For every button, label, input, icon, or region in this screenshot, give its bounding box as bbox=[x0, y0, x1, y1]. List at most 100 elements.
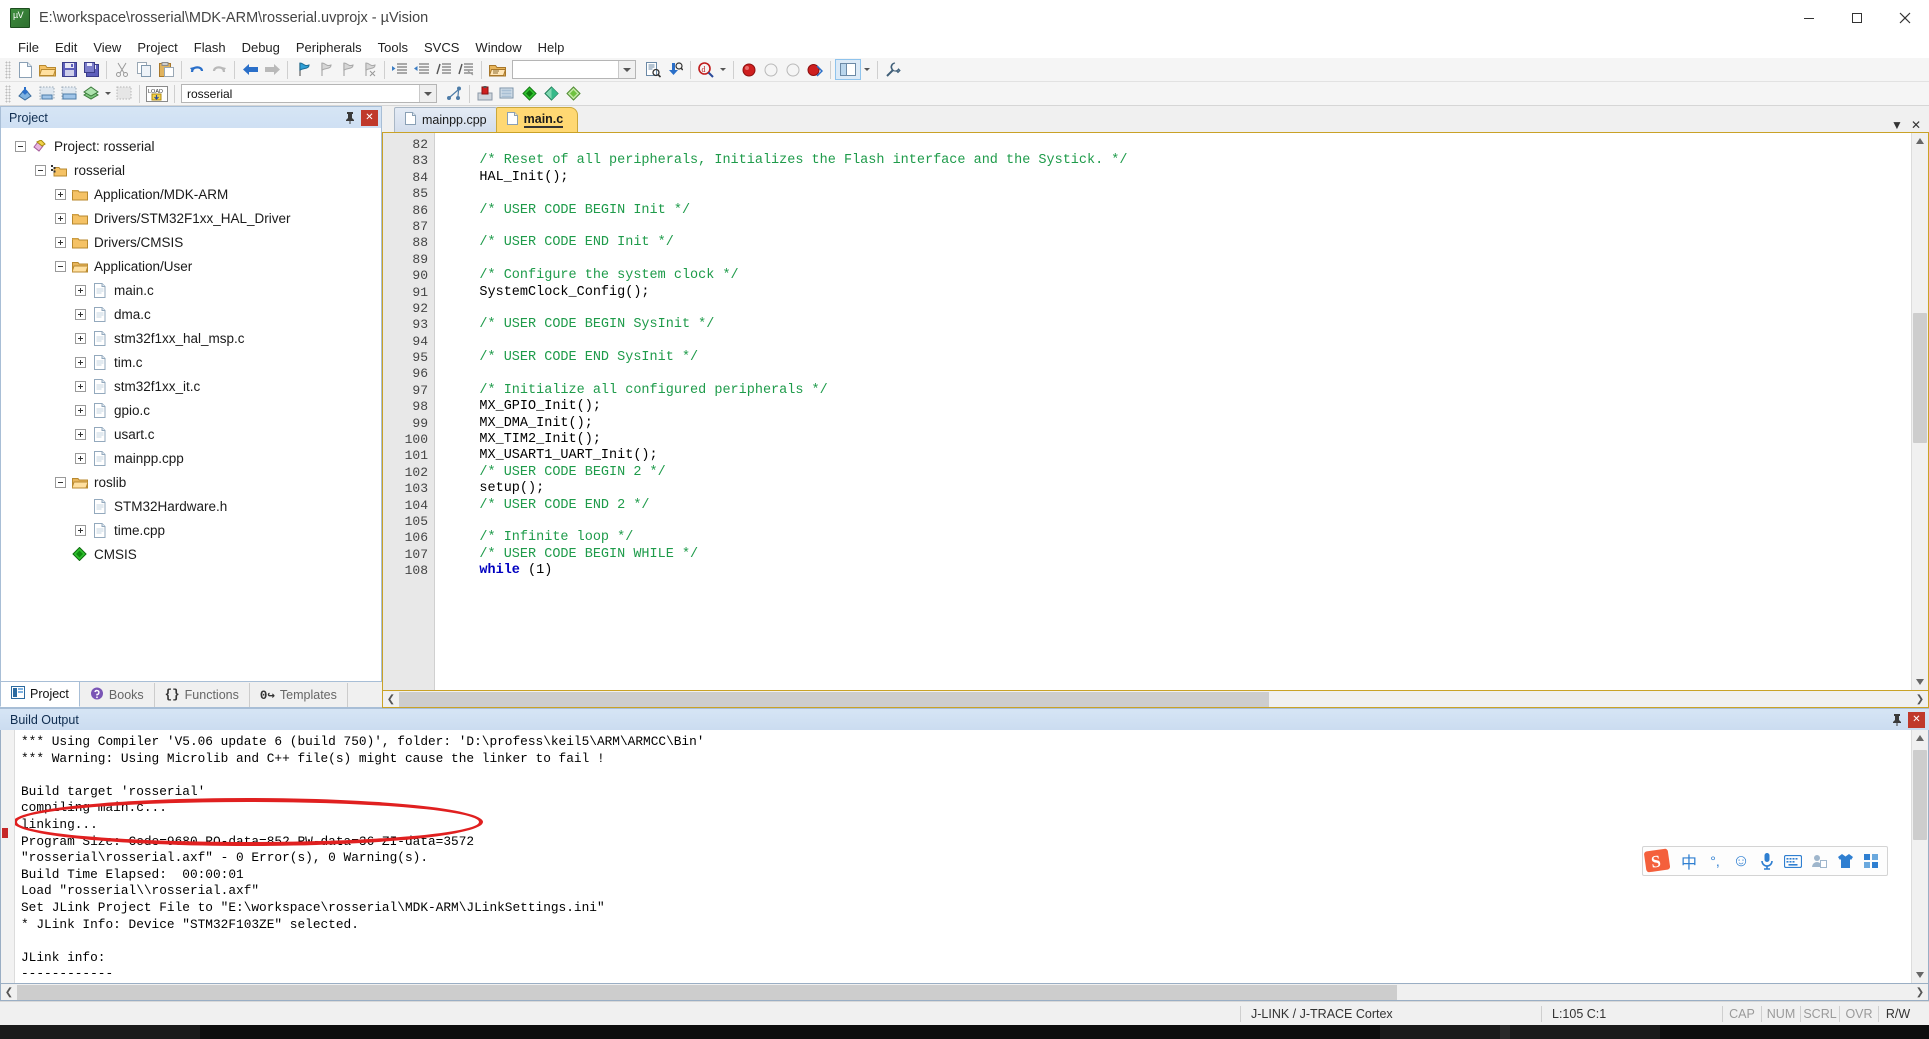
menu-file[interactable]: File bbox=[10, 38, 47, 57]
editor-horizontal-scrollbar[interactable]: ❮ ❯ bbox=[382, 691, 1929, 709]
rebuild-icon[interactable] bbox=[58, 83, 80, 104]
build-vertical-scrollbar[interactable] bbox=[1911, 730, 1928, 983]
manage-runtime-icon[interactable] bbox=[496, 83, 518, 104]
collapse-icon[interactable] bbox=[15, 140, 26, 152]
tree-item[interactable]: stm32f1xx_hal_msp.c bbox=[1, 326, 381, 350]
manage-project-items-icon[interactable] bbox=[443, 83, 465, 104]
stop-build-icon[interactable] bbox=[113, 83, 135, 104]
build-icon[interactable] bbox=[36, 83, 58, 104]
expand-icon[interactable] bbox=[75, 380, 86, 392]
menu-tools[interactable]: Tools bbox=[370, 38, 416, 57]
open-file-icon[interactable] bbox=[36, 59, 58, 80]
code-line[interactable]: /* USER CODE END SysInit */ bbox=[435, 350, 1928, 366]
tree-item[interactable]: gpio.c bbox=[1, 398, 381, 422]
bookmark-toggle-icon[interactable] bbox=[292, 59, 314, 80]
save-all-icon[interactable] bbox=[80, 59, 102, 80]
tree-item[interactable]: mainpp.cpp bbox=[1, 446, 381, 470]
tree-item[interactable]: CMSIS bbox=[1, 542, 381, 566]
close-button[interactable] bbox=[1881, 0, 1929, 35]
tree-item[interactable]: stm32f1xx_it.c bbox=[1, 374, 381, 398]
project-tree[interactable]: Project: rosserial rosserial Application/M… bbox=[0, 128, 382, 683]
code-text-area[interactable]: /* Reset of all peripherals, Initializes… bbox=[435, 133, 1928, 691]
code-line[interactable]: MX_DMA_Init(); bbox=[435, 416, 1928, 432]
batch-build-dropdown-icon[interactable] bbox=[102, 83, 113, 104]
code-line[interactable]: /* USER CODE BEGIN WHILE */ bbox=[435, 547, 1928, 563]
target-select[interactable]: rosserial bbox=[181, 84, 437, 103]
menu-project[interactable]: Project bbox=[129, 38, 185, 57]
voice-input-icon[interactable] bbox=[1755, 848, 1779, 874]
chevron-down-icon[interactable] bbox=[618, 61, 635, 78]
scroll-right-button[interactable]: ❯ bbox=[1912, 692, 1928, 707]
code-line[interactable]: while (1) bbox=[435, 563, 1928, 579]
user-account-icon[interactable] bbox=[1807, 848, 1831, 874]
tree-item[interactable]: time.cpp bbox=[1, 518, 381, 542]
code-line[interactable] bbox=[435, 137, 1928, 153]
tab-functions[interactable]: {} Functions bbox=[155, 683, 250, 708]
tree-item[interactable]: main.c bbox=[1, 278, 381, 302]
paste-icon[interactable] bbox=[155, 59, 177, 80]
build-hscroll-track[interactable] bbox=[17, 984, 1912, 1000]
maximize-button[interactable] bbox=[1833, 0, 1881, 35]
expand-icon[interactable] bbox=[55, 212, 66, 224]
sogou-input-method-toolbar[interactable]: S 中 °, ☺ bbox=[1642, 846, 1888, 877]
code-line[interactable]: MX_GPIO_Init(); bbox=[435, 399, 1928, 415]
tab-project[interactable]: Project bbox=[0, 681, 80, 708]
breakpoint-list-icon[interactable] bbox=[804, 59, 826, 80]
tree-item[interactable]: rosserial bbox=[1, 158, 381, 182]
find-in-files-icon[interactable] bbox=[642, 59, 664, 80]
code-line[interactable]: /* USER CODE END Init */ bbox=[435, 235, 1928, 251]
sogou-logo-icon[interactable]: S bbox=[1643, 847, 1673, 875]
outdent-icon[interactable] bbox=[411, 59, 433, 80]
breakpoint-clear-icon[interactable] bbox=[782, 59, 804, 80]
search-target-icon[interactable]: d bbox=[695, 59, 717, 80]
tree-item[interactable]: STM32Hardware.h bbox=[1, 494, 381, 518]
tree-item[interactable]: Drivers/STM32F1xx_HAL_Driver bbox=[1, 206, 381, 230]
build-scroll-thumb[interactable] bbox=[1913, 750, 1927, 841]
menu-view[interactable]: View bbox=[85, 38, 129, 57]
code-line[interactable] bbox=[435, 334, 1928, 350]
code-line[interactable]: /* Initialize all configured peripherals… bbox=[435, 383, 1928, 399]
code-editor[interactable]: 82 83 84 85 86 87 88 89 90 91 92 93 94 95 96 97 98 99 100 1… bbox=[382, 132, 1929, 692]
batch-build-icon[interactable] bbox=[80, 83, 102, 104]
scroll-right-button[interactable]: ❯ bbox=[1912, 985, 1928, 1000]
expand-icon[interactable] bbox=[75, 524, 86, 536]
bookmark-clear-icon[interactable] bbox=[358, 59, 380, 80]
tree-item[interactable]: Drivers/CMSIS bbox=[1, 230, 381, 254]
expand-icon[interactable] bbox=[75, 356, 86, 368]
scroll-up-button[interactable] bbox=[1912, 730, 1928, 747]
environment-icon[interactable] bbox=[562, 83, 584, 104]
window-layout-icon[interactable] bbox=[835, 59, 861, 80]
code-line[interactable]: /* Infinite loop */ bbox=[435, 530, 1928, 546]
build-horizontal-scrollbar[interactable]: ❮ ❯ bbox=[0, 984, 1929, 1001]
minimize-button[interactable] bbox=[1785, 0, 1833, 35]
collapse-icon[interactable] bbox=[55, 476, 66, 488]
editor-tab-main-c[interactable]: main.c bbox=[495, 107, 579, 132]
bookmark-prev-icon[interactable] bbox=[314, 59, 336, 80]
collapse-icon[interactable] bbox=[35, 164, 46, 176]
punctuation-icon[interactable]: °, bbox=[1703, 848, 1727, 874]
code-line[interactable] bbox=[435, 186, 1928, 202]
skin-icon[interactable] bbox=[1833, 848, 1857, 874]
code-line[interactable]: MX_USART1_UART_Init(); bbox=[435, 448, 1928, 464]
pin-icon[interactable] bbox=[342, 110, 358, 126]
open-folder-icon[interactable] bbox=[486, 59, 508, 80]
search-combo[interactable] bbox=[512, 60, 636, 79]
menu-svcs[interactable]: SVCS bbox=[416, 38, 467, 57]
redo-icon[interactable] bbox=[208, 59, 230, 80]
expand-icon[interactable] bbox=[55, 236, 66, 248]
menu-window[interactable]: Window bbox=[467, 38, 529, 57]
code-line[interactable] bbox=[435, 366, 1928, 382]
editor-hscroll-thumb[interactable] bbox=[399, 691, 1269, 707]
tree-item[interactable]: usart.c bbox=[1, 422, 381, 446]
indent-icon[interactable] bbox=[389, 59, 411, 80]
pack-installer-icon[interactable] bbox=[518, 83, 540, 104]
code-line[interactable]: /* USER CODE BEGIN 2 */ bbox=[435, 465, 1928, 481]
download-icon[interactable]: LOAD bbox=[144, 83, 170, 104]
toolbox-icon[interactable] bbox=[1859, 848, 1883, 874]
scroll-left-button[interactable]: ❮ bbox=[383, 692, 399, 707]
code-line[interactable]: /* USER CODE END 2 */ bbox=[435, 498, 1928, 514]
code-line[interactable]: /* Reset of all peripherals, Initializes… bbox=[435, 153, 1928, 169]
chinese-mode-icon[interactable]: 中 bbox=[1677, 848, 1701, 874]
code-line[interactable]: MX_TIM2_Init(); bbox=[435, 432, 1928, 448]
copy-icon[interactable] bbox=[133, 59, 155, 80]
